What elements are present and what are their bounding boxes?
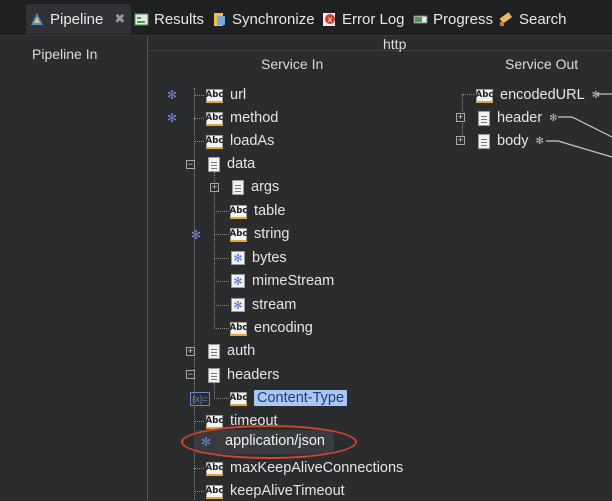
- field-string[interactable]: Abc string: [229, 224, 290, 244]
- string-field-icon: Abc: [205, 484, 224, 499]
- document-icon: [208, 367, 220, 383]
- string-field-icon: Abc: [229, 321, 248, 336]
- header-divider: [148, 50, 612, 51]
- map-link-icon[interactable]: ✻: [166, 112, 178, 124]
- close-tab-icon[interactable]: ✖: [114, 11, 125, 27]
- tree-branch: [462, 94, 474, 95]
- expand-body-icon[interactable]: +: [456, 136, 465, 145]
- field-table[interactable]: Abc table: [229, 201, 286, 221]
- tree-branch: [194, 118, 204, 119]
- expand-args-icon[interactable]: +: [210, 183, 219, 192]
- field-content-type[interactable]: Abc Content-Type: [229, 388, 348, 408]
- tree-branch: [214, 305, 229, 306]
- tab-progress[interactable]: Progress: [413, 4, 493, 34]
- pane-divider-left[interactable]: [147, 36, 148, 500]
- tree-guide-headers: [214, 383, 215, 399]
- field-encoding[interactable]: Abc encoding: [230, 318, 313, 338]
- pipeline-icon: [30, 12, 45, 27]
- collapse-data-icon[interactable]: −: [186, 160, 195, 169]
- tree-branch: [194, 95, 204, 96]
- object-icon: ✻: [231, 298, 245, 312]
- string-field-icon: Abc: [205, 461, 224, 476]
- mapping-lines: [546, 93, 612, 158]
- map-link-icon[interactable]: ✻: [166, 89, 178, 101]
- string-field-icon: Abc: [205, 414, 224, 429]
- tree-branch: [214, 281, 229, 282]
- view-tab-bar: Pipeline ✖ Results Synchronize x Error L…: [0, 0, 612, 36]
- out-field-body[interactable]: body ✻: [478, 131, 544, 151]
- field-data[interactable]: data: [208, 154, 255, 174]
- field-method[interactable]: Abc method: [205, 108, 279, 128]
- field-auth[interactable]: auth: [208, 341, 255, 361]
- tab-pipeline[interactable]: Pipeline ✖: [26, 4, 132, 34]
- field-url[interactable]: Abc url: [206, 85, 246, 105]
- tab-results[interactable]: Results: [134, 4, 204, 34]
- tree-branch: [194, 468, 204, 469]
- set-value-icon[interactable]: {x}=: [190, 392, 210, 406]
- string-field-icon: Abc: [205, 88, 224, 103]
- tab-synchronize[interactable]: Synchronize: [212, 4, 315, 34]
- tree-branch: [214, 258, 229, 259]
- string-field-icon: Abc: [229, 227, 248, 242]
- string-field-icon: Abc: [475, 88, 494, 103]
- document-icon: [232, 179, 244, 195]
- field-mimestream[interactable]: ✻ mimeStream: [231, 271, 334, 291]
- object-icon: ✻: [231, 251, 245, 265]
- synchronize-icon: [212, 12, 227, 27]
- highlight-annotation: [181, 425, 357, 459]
- document-icon: [478, 110, 490, 126]
- field-stream[interactable]: ✻ stream: [231, 295, 296, 315]
- error-log-icon: x: [322, 12, 337, 27]
- tree-branch: [214, 211, 229, 212]
- string-field-icon: Abc: [229, 391, 248, 406]
- string-table-icon: Abc: [229, 204, 248, 219]
- tree-branch: [214, 234, 229, 235]
- search-icon: [499, 11, 514, 27]
- service-out-title: Service Out: [505, 56, 579, 72]
- field-maxkeepaliveconnections[interactable]: Abc maxKeepAliveConnections: [205, 458, 404, 478]
- tree-branch: [214, 398, 229, 399]
- progress-icon: [413, 12, 428, 27]
- tree-branch: [214, 328, 229, 329]
- object-icon: ✻: [231, 274, 245, 288]
- results-icon: [134, 12, 149, 27]
- tab-search[interactable]: Search: [499, 4, 567, 34]
- field-headers[interactable]: headers: [208, 365, 279, 385]
- expand-auth-icon[interactable]: +: [186, 347, 195, 356]
- tree-branch: [194, 491, 204, 492]
- document-icon: [208, 156, 220, 172]
- pipeline-in-title: Pipeline In: [32, 46, 98, 62]
- svg-text:x: x: [328, 15, 333, 24]
- field-args[interactable]: args: [232, 177, 279, 197]
- field-loadas[interactable]: Abc loadAs: [205, 131, 275, 151]
- field-keepalivetimeout[interactable]: Abc keepAliveTimeout: [206, 481, 345, 501]
- service-in-title: Service In: [261, 56, 324, 72]
- document-icon: [208, 343, 220, 359]
- field-bytes[interactable]: ✻ bytes: [231, 248, 287, 268]
- service-name: http: [383, 36, 407, 52]
- string-field-icon: Abc: [205, 111, 224, 126]
- tree-branch: [194, 141, 204, 142]
- map-link-icon[interactable]: ✻: [190, 229, 202, 241]
- tree-branch: [194, 421, 204, 422]
- expand-header-icon[interactable]: +: [456, 113, 465, 122]
- string-field-icon: Abc: [205, 134, 224, 149]
- collapse-headers-icon[interactable]: −: [186, 370, 195, 379]
- tab-error-log[interactable]: x Error Log: [322, 4, 405, 34]
- document-icon: [478, 133, 490, 149]
